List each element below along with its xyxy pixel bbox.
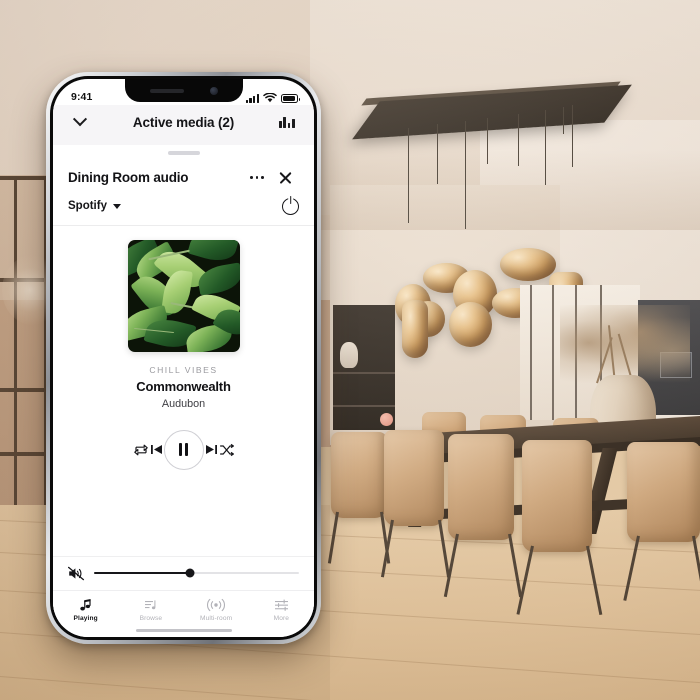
chair-back [331,432,387,518]
tab-label: Playing [73,614,98,622]
more-horizontal-icon[interactable] [245,167,269,189]
dining-chair [448,434,514,540]
pendant-cord [408,128,410,223]
chair-back [522,440,592,552]
power-icon[interactable] [282,197,299,215]
phone-device: 9:41 Active media (2) Dining Room audio … [46,72,321,644]
window-mullion [552,285,554,420]
artist-name: Audubon [161,397,206,410]
cabinet-shelf [333,372,395,374]
front-camera [209,86,218,95]
pendant-cord [465,121,467,229]
album-art [127,239,240,352]
earpiece-speaker [149,88,184,93]
pendant-cord [563,107,565,134]
room-title: Dining Room audio [68,170,189,186]
partition-frame [14,176,17,506]
pendant-cord [545,110,547,185]
volume-slider[interactable] [94,568,299,578]
source-name[interactable]: Spotify [68,200,107,212]
card-header: Dining Room audio [53,155,314,193]
pendant-lamp [402,300,428,358]
skip-next-icon[interactable] [204,442,219,457]
pendant-cord [572,105,574,167]
pendant-cord [518,114,520,166]
chair-back [384,430,444,526]
chair-back [627,442,700,542]
pendant-cord [437,124,439,184]
cabinet-sculpture [340,342,358,368]
media-card: Dining Room audio Spotify CHILL VIBES Co… [53,145,314,637]
tab-more[interactable]: More [249,598,314,622]
phone-screen: 9:41 Active media (2) Dining Room audio … [53,79,314,637]
status-icons [245,93,301,103]
close-icon[interactable] [273,166,299,190]
pendant-lamp [500,248,556,281]
pendant-cord [487,118,489,164]
cellular-bars-icon [245,94,259,103]
decor-sphere [380,413,393,426]
track-meta: CHILL VIBES Commonwealth Audubon [136,364,231,410]
repeat-icon[interactable] [133,442,149,458]
pause-icon[interactable] [163,429,204,470]
active-media-header: Active media (2) [53,105,314,145]
track-title: Commonwealth [136,378,231,394]
chevron-down-icon[interactable] [67,110,93,134]
dining-chair [522,440,592,552]
wifi-icon [263,93,277,103]
tab-multi-room[interactable]: Multi-room [184,598,249,622]
multiroom-icon [207,598,226,612]
browse-list-icon [144,598,158,612]
shuffle-icon[interactable] [219,442,235,458]
tab-label: More [273,614,290,622]
playlist-name: CHILL VIBES [149,364,218,375]
volume-fill [94,572,191,575]
status-time: 9:41 [71,91,93,103]
pendant-lamp [449,302,492,347]
home-indicator[interactable] [135,628,232,632]
bottom-tab-bar: Playing Browse Multi-room More [53,589,314,626]
tab-browse[interactable]: Browse [118,598,183,622]
dining-chair [331,432,387,518]
chair-back [448,434,514,540]
transport-controls [111,429,257,470]
caret-down-icon[interactable] [112,203,121,209]
source-row: Spotify [53,193,314,226]
sliders-icon [274,598,289,612]
cabinet-shelf [333,405,395,407]
volume-muted-icon[interactable] [68,566,85,581]
phone-bezel: 9:41 Active media (2) Dining Room audio … [50,76,317,640]
window-mullion [530,285,532,420]
now-playing-section: CHILL VIBES Commonwealth Audubon [53,226,314,556]
tab-label: Browse [139,614,163,622]
volume-row [53,555,314,590]
phone-notch [124,79,243,102]
battery-icon [281,94,301,103]
active-media-title: Active media (2) [132,114,235,130]
skip-previous-icon[interactable] [149,442,164,457]
volume-knob[interactable] [185,568,195,578]
dark-cabinet [333,305,395,430]
tab-label: Multi-room [200,614,233,622]
dining-chair [384,430,444,526]
equalizer-icon[interactable] [274,110,300,134]
ceiling-shadow [310,150,700,230]
dining-chair [627,442,700,542]
music-note-icon [79,598,93,612]
tab-playing[interactable]: Playing [53,598,118,622]
